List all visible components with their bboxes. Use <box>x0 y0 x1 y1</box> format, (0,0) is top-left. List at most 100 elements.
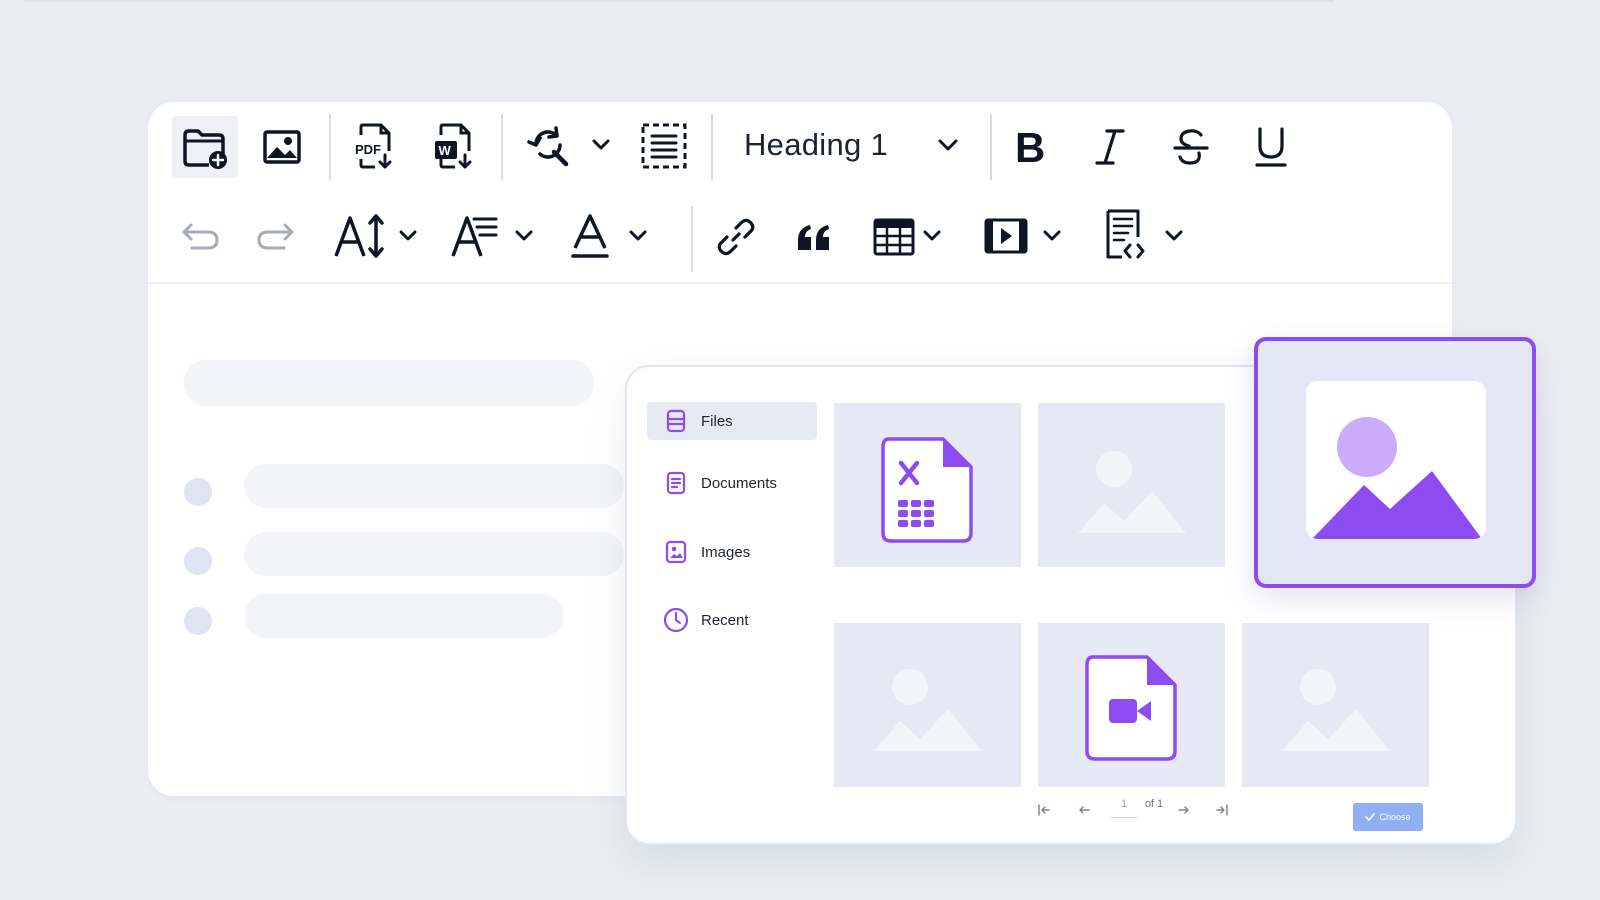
insert-image-button[interactable] <box>254 120 310 174</box>
previous-page-button[interactable] <box>1073 799 1095 821</box>
font-family-icon <box>451 216 498 257</box>
find-replace-dropdown[interactable] <box>587 131 615 159</box>
file-tile-image[interactable] <box>1038 403 1225 567</box>
heading-dropdown[interactable] <box>934 131 962 159</box>
quote-icon <box>798 225 829 250</box>
chevron-down-icon <box>629 230 647 241</box>
underline-icon <box>1255 127 1287 167</box>
clock-icon <box>663 607 689 633</box>
file-tile-caption <box>1038 567 1225 607</box>
pdf-export-icon: PDF <box>355 123 392 169</box>
list-line-placeholder <box>244 594 564 638</box>
file-tile-video[interactable] <box>1038 623 1225 787</box>
top-divider <box>24 0 1334 2</box>
svg-text:PDF: PDF <box>355 142 381 157</box>
select-all-button[interactable] <box>636 118 692 174</box>
chevron-down-icon <box>1165 230 1183 241</box>
last-page-icon <box>1216 804 1228 816</box>
blockquote-button[interactable] <box>788 212 840 262</box>
chevron-down-icon <box>1043 230 1061 241</box>
italic-icon <box>1095 129 1125 165</box>
strikethrough-icon <box>1173 129 1209 165</box>
toolbar-separator <box>501 114 503 180</box>
source-code-icon <box>1106 209 1145 259</box>
image-placeholder-icon <box>1282 669 1390 751</box>
file-tile-excel[interactable] <box>834 403 1021 567</box>
video-icon <box>984 218 1028 254</box>
last-page-button[interactable] <box>1211 799 1233 821</box>
toolbar-separator <box>329 114 331 180</box>
sidebar-item-label: Files <box>701 412 733 430</box>
list-line-placeholder <box>244 532 624 576</box>
arrow-right-icon <box>1178 806 1189 814</box>
files-icon <box>663 409 689 433</box>
document-icon <box>663 471 689 495</box>
choose-button[interactable]: Choose <box>1353 803 1423 831</box>
insert-link-button[interactable] <box>710 212 762 262</box>
export-pdf-button[interactable]: PDF <box>346 116 402 176</box>
font-size-dropdown[interactable] <box>394 222 422 250</box>
source-code-button[interactable] <box>1098 206 1150 264</box>
font-family-dropdown[interactable] <box>510 222 538 250</box>
italic-button[interactable] <box>1084 120 1136 174</box>
next-page-button[interactable] <box>1173 799 1195 821</box>
folder-add-icon <box>183 129 227 169</box>
strikethrough-button[interactable] <box>1164 120 1218 174</box>
chevron-down-icon <box>923 230 941 241</box>
check-icon <box>1365 813 1376 821</box>
toolbar-separator <box>990 114 992 180</box>
text-color-icon <box>571 214 609 258</box>
undo-button[interactable] <box>176 214 224 258</box>
sidebar-item-images[interactable]: Images <box>647 533 817 571</box>
video-file-icon <box>1085 655 1177 761</box>
page-count-label: of 1 <box>1144 798 1164 810</box>
source-code-dropdown[interactable] <box>1160 222 1188 250</box>
text-color-dropdown[interactable] <box>624 222 652 250</box>
underline-button[interactable] <box>1244 120 1298 174</box>
file-manager-button[interactable] <box>172 116 238 178</box>
select-all-icon <box>641 123 687 169</box>
redo-icon <box>257 223 294 250</box>
sidebar-item-label: Recent <box>701 611 749 629</box>
bold-icon: B <box>1015 127 1045 167</box>
image-icon <box>263 130 301 164</box>
file-tile-image-selected[interactable] <box>1254 337 1536 588</box>
find-replace-button[interactable] <box>520 120 576 172</box>
video-dropdown[interactable] <box>1038 222 1066 250</box>
redo-button[interactable] <box>252 214 300 258</box>
table-dropdown[interactable] <box>918 222 946 250</box>
toolbar-separator <box>711 114 713 180</box>
svg-text:B: B <box>1015 127 1045 167</box>
find-replace-icon <box>527 126 569 167</box>
list-line-placeholder <box>244 464 624 508</box>
image-placeholder-icon <box>1078 451 1186 533</box>
chevron-down-icon <box>515 230 533 241</box>
text-color-button[interactable] <box>564 210 616 262</box>
sidebar-item-recent[interactable]: Recent <box>647 601 817 639</box>
file-tile-image[interactable] <box>1242 623 1429 787</box>
title-placeholder <box>184 360 594 406</box>
export-word-button[interactable]: W <box>426 116 482 176</box>
first-page-icon <box>1038 804 1050 816</box>
image-icon <box>663 540 689 564</box>
file-tile-image[interactable] <box>834 623 1021 787</box>
font-size-icon <box>334 214 384 258</box>
word-export-icon: W <box>435 123 472 169</box>
insert-video-button[interactable] <box>980 212 1032 260</box>
image-placeholder-icon <box>1312 417 1482 539</box>
selected-image-thumbnail <box>1306 381 1486 539</box>
insert-table-button[interactable] <box>868 212 920 262</box>
svg-text:W: W <box>439 143 452 158</box>
page-number-input[interactable]: 1 <box>1111 791 1137 818</box>
heading-select-value: Heading 1 <box>744 127 889 162</box>
font-size-button[interactable] <box>330 210 390 262</box>
font-family-button[interactable] <box>448 210 502 262</box>
sidebar-item-label: Documents <box>701 474 777 492</box>
first-page-button[interactable] <box>1033 799 1055 821</box>
chevron-down-icon <box>592 139 610 150</box>
sidebar-item-documents[interactable]: Documents <box>647 464 817 502</box>
choose-button-label: Choose <box>1379 812 1411 822</box>
bold-button[interactable]: B <box>1004 120 1056 174</box>
list-bullet <box>184 607 212 635</box>
sidebar-item-files[interactable]: Files <box>647 402 817 440</box>
